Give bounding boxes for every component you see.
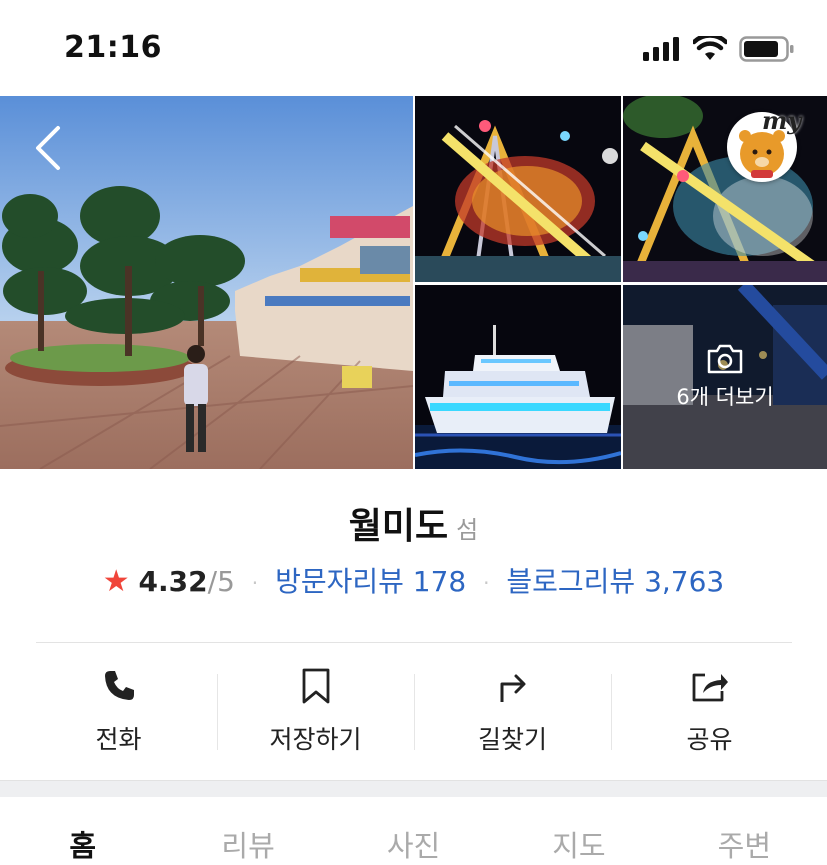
blog-reviews-link[interactable]: 블로그리뷰 3,763 <box>506 565 724 598</box>
back-button[interactable] <box>30 124 70 172</box>
rating-max: /5 <box>207 565 235 598</box>
action-bar: 전화 저장하기 길찾기 공유 <box>20 664 808 760</box>
visitor-reviews-link[interactable]: 방문자리뷰 178 <box>275 565 466 598</box>
save-label: 저장하기 <box>269 725 362 754</box>
directions-label: 길찾기 <box>477 725 547 754</box>
gallery-photo-2[interactable] <box>415 96 621 282</box>
tab-map[interactable]: 지도 <box>496 797 661 863</box>
chevron-left-icon <box>36 126 60 170</box>
share-label: 공유 <box>686 725 733 754</box>
phone-icon <box>102 664 136 708</box>
divider <box>36 642 792 643</box>
tab-photos[interactable]: 사진 <box>331 797 496 863</box>
separator-dot: · <box>251 571 259 595</box>
rating-score: 4.32 <box>138 565 208 598</box>
more-photos-label: 6개 더보기 <box>676 385 774 409</box>
battery-icon <box>739 36 794 62</box>
photo-gallery[interactable]: my 6개 더보기 <box>0 96 827 469</box>
directions-icon <box>496 664 530 708</box>
wifi-icon <box>693 36 727 60</box>
share-button[interactable]: 공유 <box>611 664 808 760</box>
call-button[interactable]: 전화 <box>20 664 217 760</box>
camera-icon <box>707 344 743 374</box>
place-category: 섬 <box>456 516 479 544</box>
share-icon <box>691 664 729 708</box>
gallery-photo-4[interactable] <box>415 285 621 469</box>
place-title-row: 월미도 섬 <box>0 497 827 549</box>
tab-home[interactable]: 홈 <box>0 797 165 863</box>
star-icon: ★ <box>102 564 130 599</box>
place-name: 월미도 <box>348 506 449 547</box>
separator-dot: · <box>483 571 490 595</box>
bookmark-icon <box>301 664 331 708</box>
tab-bar: 홈 리뷰 사진 지도 주변 <box>0 797 827 863</box>
section-separator <box>0 780 827 797</box>
rating-row: ★ 4.32/5 · 방문자리뷰 178 · 블로그리뷰 3,763 <box>0 560 827 600</box>
tab-reviews[interactable]: 리뷰 <box>165 797 330 863</box>
status-bar: 21:16 <box>0 0 827 96</box>
tab-nearby[interactable]: 주변 <box>662 797 827 863</box>
signal-icon <box>643 37 679 61</box>
status-icons <box>643 36 795 62</box>
my-badge-label: my <box>762 106 802 135</box>
call-label: 전화 <box>95 725 142 754</box>
save-button[interactable]: 저장하기 <box>217 664 414 760</box>
more-photos-button[interactable]: 6개 더보기 <box>623 285 827 469</box>
directions-button[interactable]: 길찾기 <box>414 664 611 760</box>
status-time: 21:16 <box>64 30 162 65</box>
